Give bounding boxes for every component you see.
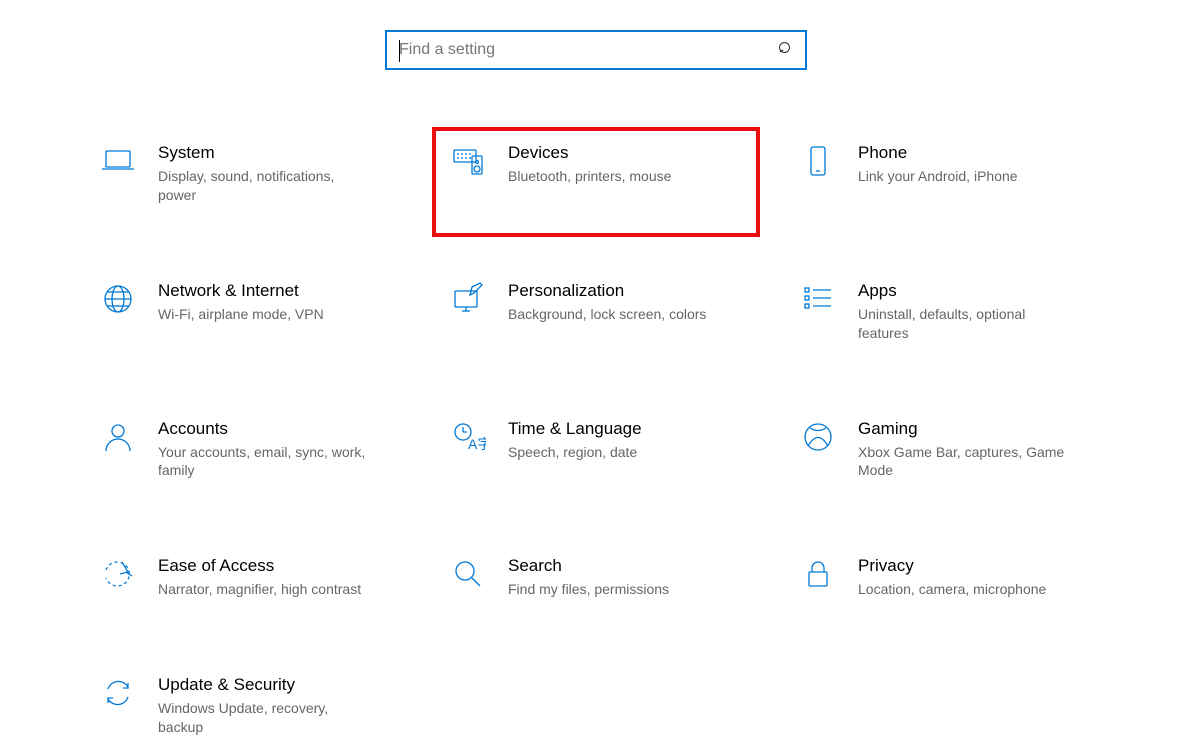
tile-title: Accounts <box>158 419 368 439</box>
tile-title: Time & Language <box>508 419 642 439</box>
tile-desc: Background, lock screen, colors <box>508 305 706 324</box>
tile-title: Devices <box>508 143 671 163</box>
sync-icon <box>94 675 142 711</box>
tile-privacy[interactable]: Privacy Location, camera, microphone <box>786 548 1106 607</box>
tile-title: Phone <box>858 143 1018 163</box>
tile-title: Network & Internet <box>158 281 324 301</box>
tile-desc: Find my files, permissions <box>508 580 669 599</box>
tile-desc: Display, sound, notifications, power <box>158 167 368 205</box>
text-cursor <box>399 40 400 62</box>
tile-devices[interactable]: Devices Bluetooth, printers, mouse <box>432 127 760 237</box>
magnifier-icon <box>444 556 492 592</box>
tile-gaming[interactable]: Gaming Xbox Game Bar, captures, Game Mod… <box>786 411 1106 489</box>
tile-desc: Link your Android, iPhone <box>858 167 1018 186</box>
tile-accounts[interactable]: Accounts Your accounts, email, sync, wor… <box>86 411 406 489</box>
tile-network[interactable]: Network & Internet Wi-Fi, airplane mode,… <box>86 273 406 351</box>
tile-desc: Your accounts, email, sync, work, family <box>158 443 368 481</box>
svg-text:A字: A字 <box>468 436 486 452</box>
tile-ease-of-access[interactable]: Ease of Access Narrator, magnifier, high… <box>86 548 406 607</box>
tile-time-language[interactable]: A字 Time & Language Speech, region, date <box>436 411 756 489</box>
clock-character-icon: A字 <box>444 419 492 455</box>
globe-icon <box>94 281 142 317</box>
tile-desc: Narrator, magnifier, high contrast <box>158 580 361 599</box>
tile-desc: Windows Update, recovery, backup <box>158 699 368 737</box>
tile-search[interactable]: Search Find my files, permissions <box>436 548 756 607</box>
tile-system[interactable]: System Display, sound, notifications, po… <box>86 135 406 213</box>
tile-phone[interactable]: Phone Link your Android, iPhone <box>786 135 1106 213</box>
keyboard-speaker-icon <box>444 143 492 179</box>
lock-icon <box>794 556 842 592</box>
tile-desc: Xbox Game Bar, captures, Game Mode <box>858 443 1068 481</box>
tile-title: Ease of Access <box>158 556 361 576</box>
tile-title: System <box>158 143 368 163</box>
person-icon <box>94 419 142 455</box>
tile-title: Apps <box>858 281 1068 301</box>
tile-apps[interactable]: Apps Uninstall, defaults, optional featu… <box>786 273 1106 351</box>
search-box[interactable] <box>385 30 807 70</box>
tile-desc: Speech, region, date <box>508 443 642 462</box>
tile-desc: Wi-Fi, airplane mode, VPN <box>158 305 324 324</box>
tile-desc: Uninstall, defaults, optional features <box>858 305 1068 343</box>
tile-title: Privacy <box>858 556 1046 576</box>
search-wrapper <box>0 30 1192 70</box>
tile-title: Gaming <box>858 419 1068 439</box>
xbox-icon <box>794 419 842 455</box>
laptop-icon <box>94 143 142 179</box>
tile-title: Personalization <box>508 281 706 301</box>
tile-desc: Bluetooth, printers, mouse <box>508 167 671 186</box>
ease-of-access-icon <box>94 556 142 592</box>
settings-grid: System Display, sound, notifications, po… <box>0 135 1192 745</box>
paintbrush-monitor-icon <box>444 281 492 317</box>
tile-update-security[interactable]: Update & Security Windows Update, recove… <box>86 667 406 745</box>
search-icon <box>777 40 793 61</box>
tile-title: Search <box>508 556 669 576</box>
tile-personalization[interactable]: Personalization Background, lock screen,… <box>436 273 756 351</box>
phone-icon <box>794 143 842 179</box>
tile-title: Update & Security <box>158 675 368 695</box>
list-icon <box>794 281 842 317</box>
search-input[interactable] <box>399 32 777 68</box>
tile-desc: Location, camera, microphone <box>858 580 1046 599</box>
